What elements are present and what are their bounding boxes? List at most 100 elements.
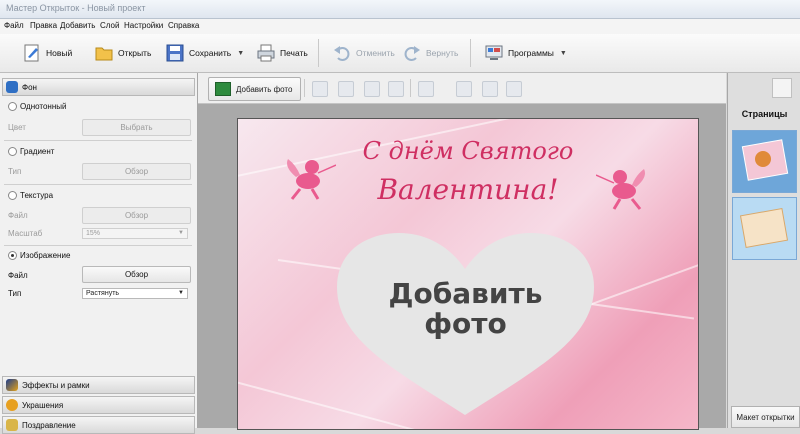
redo-button[interactable]: Вернуть [402, 40, 458, 66]
open-button[interactable]: Открыть [94, 40, 151, 66]
scale-label: Масштаб [8, 229, 43, 238]
save-label: Сохранить [189, 48, 232, 58]
new-button[interactable]: Новый [22, 40, 72, 66]
programs-icon [484, 43, 504, 63]
layer-backward-icon[interactable] [338, 81, 354, 97]
background-icon [6, 81, 18, 93]
scale-value: 15% [86, 230, 101, 237]
toolbar-divider [304, 79, 305, 97]
delete-icon[interactable] [456, 81, 472, 97]
toolbar-divider [410, 79, 411, 97]
title-bar: Мастер Открыток - Новый проект [0, 0, 800, 19]
print-button[interactable]: Печать [256, 40, 308, 66]
solid-label: Однотонный [20, 102, 67, 111]
palette-icon [6, 399, 18, 411]
gradient-radio[interactable]: Градиент [8, 147, 54, 156]
image-type-select[interactable]: Растянуть ▼ [82, 288, 188, 299]
layer-top-icon[interactable] [364, 81, 380, 97]
add-photo-placeholder-text: Добавить фото [333, 279, 598, 339]
section-effects[interactable]: Эффекты и рамки [2, 376, 195, 394]
divider [4, 245, 192, 246]
programs-button[interactable]: Программы ▼ [484, 40, 567, 66]
solid-radio[interactable]: Однотонный [8, 102, 66, 111]
cupid-left-icon [278, 153, 337, 201]
radio-circle-selected [8, 251, 17, 260]
open-label: Открыть [118, 48, 152, 58]
toolbar-divider [470, 39, 471, 67]
pages-title: Страницы [741, 109, 788, 119]
canvas-area: Добавить фото С днём Святого Валентина! [198, 73, 726, 430]
radio-circle [8, 191, 17, 200]
undo-icon [332, 43, 352, 63]
floppy-disk-icon [165, 43, 185, 63]
printer-icon [256, 43, 276, 63]
menu-edit[interactable]: Правка [30, 21, 57, 30]
menu-bar: Файл Правка Добавить Слой Настройки Спра… [0, 19, 800, 34]
choose-color-button[interactable]: Выбрать [82, 119, 191, 136]
menu-settings[interactable]: Настройки [124, 21, 163, 30]
save-button[interactable]: Сохранить ▼ [165, 40, 244, 66]
layer-bottom-icon[interactable] [388, 81, 404, 97]
section-greeting-label: Поздравление [22, 420, 76, 430]
folder-icon [94, 43, 114, 63]
main-toolbar: Новый Открыть Сохранить ▼ Печать Отменит… [0, 34, 800, 73]
section-background[interactable]: Фон [2, 78, 195, 96]
image-browse-button[interactable]: Обзор [82, 266, 191, 283]
properties-panel: Фон Однотонный Цвет Выбрать Градиент Тип… [0, 73, 198, 434]
canvas-toolbar: Добавить фото [198, 73, 726, 104]
radio-circle [8, 147, 17, 156]
toolbar-divider [318, 39, 319, 67]
section-greeting[interactable]: Поздравление [2, 416, 195, 434]
postcard-canvas[interactable]: С днём Святого Валентина! Добавить фото [237, 118, 699, 430]
redo-icon [402, 43, 422, 63]
gradient-type-label: Тип [8, 167, 22, 176]
section-decorations-label: Украшения [22, 400, 64, 410]
layer-forward-icon[interactable] [312, 81, 328, 97]
cupid-right-icon [595, 163, 654, 211]
section-background-label: Фон [22, 82, 37, 92]
gradient-label: Градиент [20, 147, 55, 156]
texture-label: Текстура [20, 191, 54, 200]
new-document-icon [22, 43, 42, 63]
gradient-browse-button[interactable]: Обзор [82, 163, 191, 180]
image-file-label: Файл [8, 271, 28, 280]
chevron-down-icon[interactable]: ▼ [237, 50, 244, 57]
align-icon[interactable] [418, 81, 434, 97]
window-title: Мастер Открыток - Новый проект [6, 3, 146, 13]
heart-text-line2: фото [424, 307, 507, 340]
menu-layer[interactable]: Слой [100, 21, 119, 30]
undo-label: Отменить [356, 48, 395, 58]
page-thumbnail[interactable] [732, 130, 797, 193]
menu-file[interactable]: Файл [4, 21, 24, 30]
image-label: Изображение [20, 251, 71, 260]
menu-add[interactable]: Добавить [60, 21, 95, 30]
card-layout-button[interactable]: Макет открытки [731, 406, 800, 428]
texture-browse-button[interactable]: Обзор [82, 207, 191, 224]
edit-icon[interactable] [772, 78, 792, 98]
crop-icon[interactable] [482, 81, 498, 97]
section-effects-label: Эффекты и рамки [22, 380, 90, 390]
chevron-down-icon: ▼ [178, 290, 184, 296]
divider [4, 140, 192, 141]
image-radio[interactable]: Изображение [8, 251, 70, 260]
image-type-value: Растянуть [86, 290, 120, 297]
radio-circle [8, 102, 17, 111]
heart-text-line1: Добавить [388, 277, 543, 310]
add-photo-label: Добавить фото [236, 84, 293, 94]
scale-select[interactable]: 15% ▼ [82, 228, 188, 239]
menu-help[interactable]: Справка [168, 21, 199, 30]
text-icon [6, 419, 18, 431]
page-thumbnail[interactable] [732, 197, 797, 260]
redo-label: Вернуть [426, 48, 459, 58]
print-label: Печать [280, 48, 308, 58]
texture-radio[interactable]: Текстура [8, 191, 53, 200]
image-type-label: Тип [8, 289, 22, 298]
chevron-down-icon: ▼ [178, 230, 184, 236]
add-photo-button[interactable]: Добавить фото [208, 77, 301, 101]
effects-frames-icon [6, 379, 18, 391]
properties-icon[interactable] [506, 81, 522, 97]
undo-button[interactable]: Отменить [332, 40, 395, 66]
section-decorations[interactable]: Украшения [2, 396, 195, 414]
chevron-down-icon[interactable]: ▼ [560, 50, 567, 57]
new-label: Новый [46, 48, 73, 58]
